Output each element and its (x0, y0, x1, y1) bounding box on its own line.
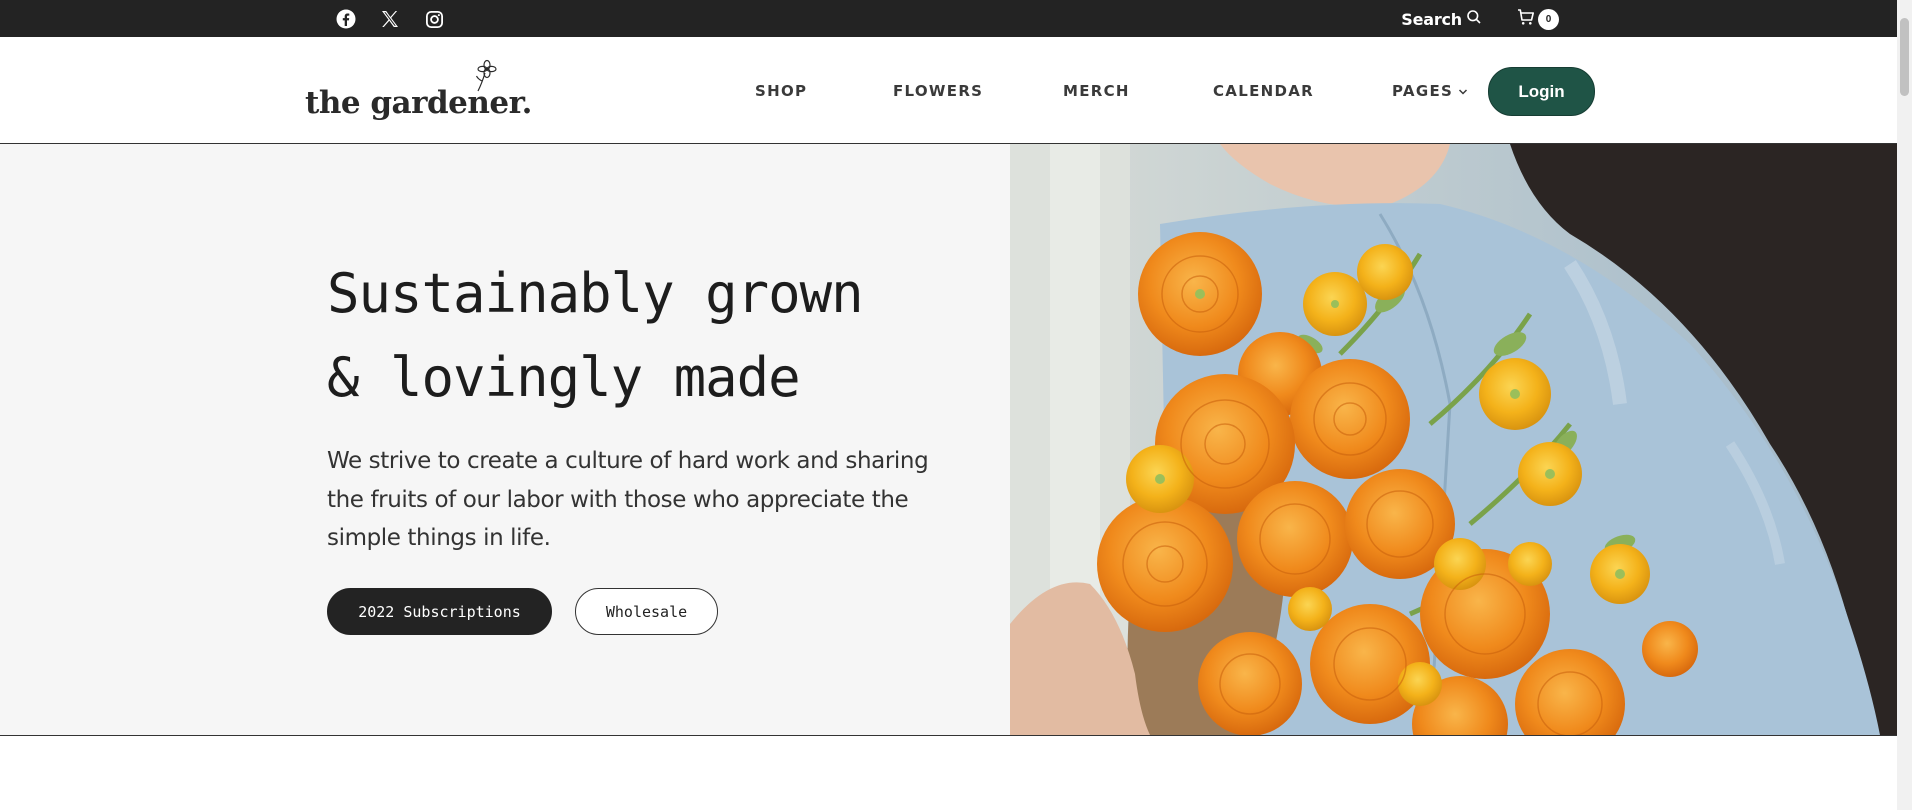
login-button[interactable]: Login (1488, 67, 1595, 116)
logo-text: the gardener. (305, 85, 532, 121)
subscriptions-button[interactable]: 2022 Subscriptions (327, 588, 552, 635)
nav-merch[interactable]: MERCH (1063, 82, 1130, 100)
hero-title: Sustainably grown & lovingly made (327, 252, 864, 420)
x-twitter-icon[interactable] (379, 8, 401, 30)
nav-calendar[interactable]: CALENDAR (1213, 82, 1314, 100)
wholesale-button[interactable]: Wholesale (575, 588, 718, 635)
instagram-icon[interactable] (423, 8, 445, 30)
search-button[interactable]: Search (1401, 9, 1482, 30)
nav-flowers[interactable]: FLOWERS (893, 82, 983, 100)
cart-button[interactable]: 0 (1516, 7, 1559, 32)
hero-subtitle: We strive to create a culture of hard wo… (327, 448, 929, 551)
bouquet-photo (1010, 144, 1897, 735)
social-links (335, 8, 445, 30)
page-scrollbar[interactable] (1897, 0, 1912, 810)
scrollbar-thumb[interactable] (1900, 18, 1909, 96)
hero-text-panel: Sustainably grown & lovingly made We str… (0, 144, 1010, 735)
nav-shop[interactable]: SHOP (755, 82, 807, 100)
nav-pages-dropdown[interactable]: PAGES (1392, 82, 1468, 100)
chevron-down-icon (1458, 82, 1468, 100)
search-label: Search (1401, 10, 1462, 29)
hero-image (1010, 144, 1897, 735)
top-right-actions: Search 0 (1401, 7, 1559, 32)
search-icon (1466, 9, 1482, 30)
hero-section: Sustainably grown & lovingly made We str… (0, 144, 1897, 736)
cart-count-badge: 0 (1538, 9, 1559, 30)
hero-title-line-2: & lovingly made (327, 346, 801, 409)
top-bar: Search 0 (0, 0, 1897, 37)
facebook-icon[interactable] (335, 8, 357, 30)
main-header: the gardener. SHOP FLOWERS MERCH CALENDA… (0, 37, 1897, 144)
nav-pages-label: PAGES (1392, 82, 1454, 100)
cart-icon (1516, 7, 1536, 32)
hero-title-line-1: Sustainably grown (327, 262, 864, 325)
